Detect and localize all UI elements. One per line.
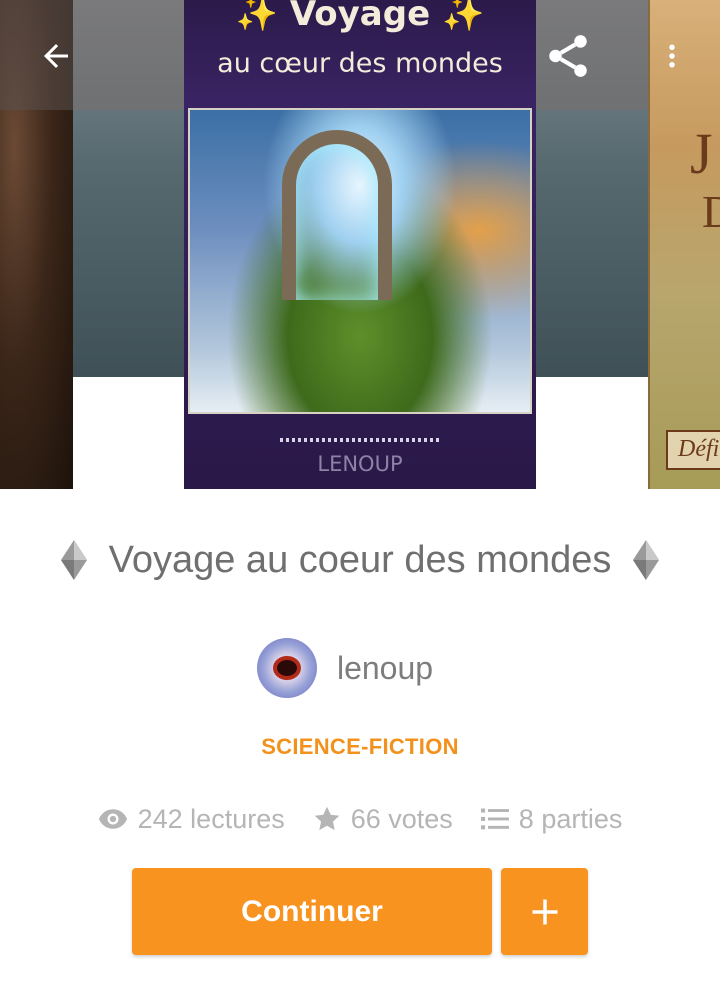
next-cover-caption: Défi	[666, 430, 720, 470]
plus-icon	[532, 899, 557, 924]
cover-subtitle: au cœur des mondes	[217, 48, 503, 79]
cover-artwork	[188, 108, 532, 414]
story-title: Voyage au coeur des mondes	[108, 538, 612, 581]
next-cover-title-text: J	[690, 121, 713, 186]
reads-stat: 242 lectures	[98, 804, 285, 835]
eye-icon	[98, 809, 127, 829]
portal-illustration	[282, 130, 392, 300]
reads-count: 242 lectures	[137, 803, 285, 834]
story-stats: 242 lectures 66 votes 8 parties	[0, 798, 720, 840]
back-button[interactable]	[28, 28, 84, 84]
votes-stat: 66 votes	[313, 804, 453, 835]
continue-reading-button[interactable]: Continuer	[132, 868, 492, 955]
list-icon	[480, 808, 509, 830]
author-name[interactable]: lenoup	[337, 650, 433, 687]
votes-count: 66 votes	[350, 803, 453, 834]
parts-stat: 8 parties	[480, 803, 623, 835]
author-link[interactable]: lenoup	[0, 638, 720, 698]
author-avatar[interactable]	[256, 638, 317, 698]
more-vertical-icon	[669, 44, 675, 68]
cover-carousel[interactable]: J D Défi ✨ Voyage ✨ au cœur des mondes L…	[0, 0, 720, 489]
cover-title: ✨ Voyage ✨	[235, 0, 485, 34]
arrow-left-icon	[44, 44, 68, 68]
story-title-row: Voyage au coeur des mondes	[0, 534, 720, 586]
cover-divider	[280, 438, 440, 442]
add-to-library-button[interactable]	[501, 868, 588, 955]
parts-count: 8 parties	[518, 803, 623, 834]
more-options-button[interactable]	[644, 28, 700, 84]
cover-author: LENOUP	[317, 452, 403, 476]
share-icon	[549, 35, 587, 77]
next-cover-title-text: D	[702, 185, 720, 238]
diamond-icon	[60, 540, 87, 580]
genre-tag[interactable]: SCIENCE-FICTION	[0, 734, 720, 760]
share-button[interactable]	[540, 28, 596, 84]
eye-graphic	[276, 660, 297, 676]
book-cover[interactable]: ✨ Voyage ✨ au cœur des mondes LENOUP	[184, 0, 536, 489]
star-icon	[314, 806, 339, 831]
diamond-icon	[633, 540, 660, 580]
